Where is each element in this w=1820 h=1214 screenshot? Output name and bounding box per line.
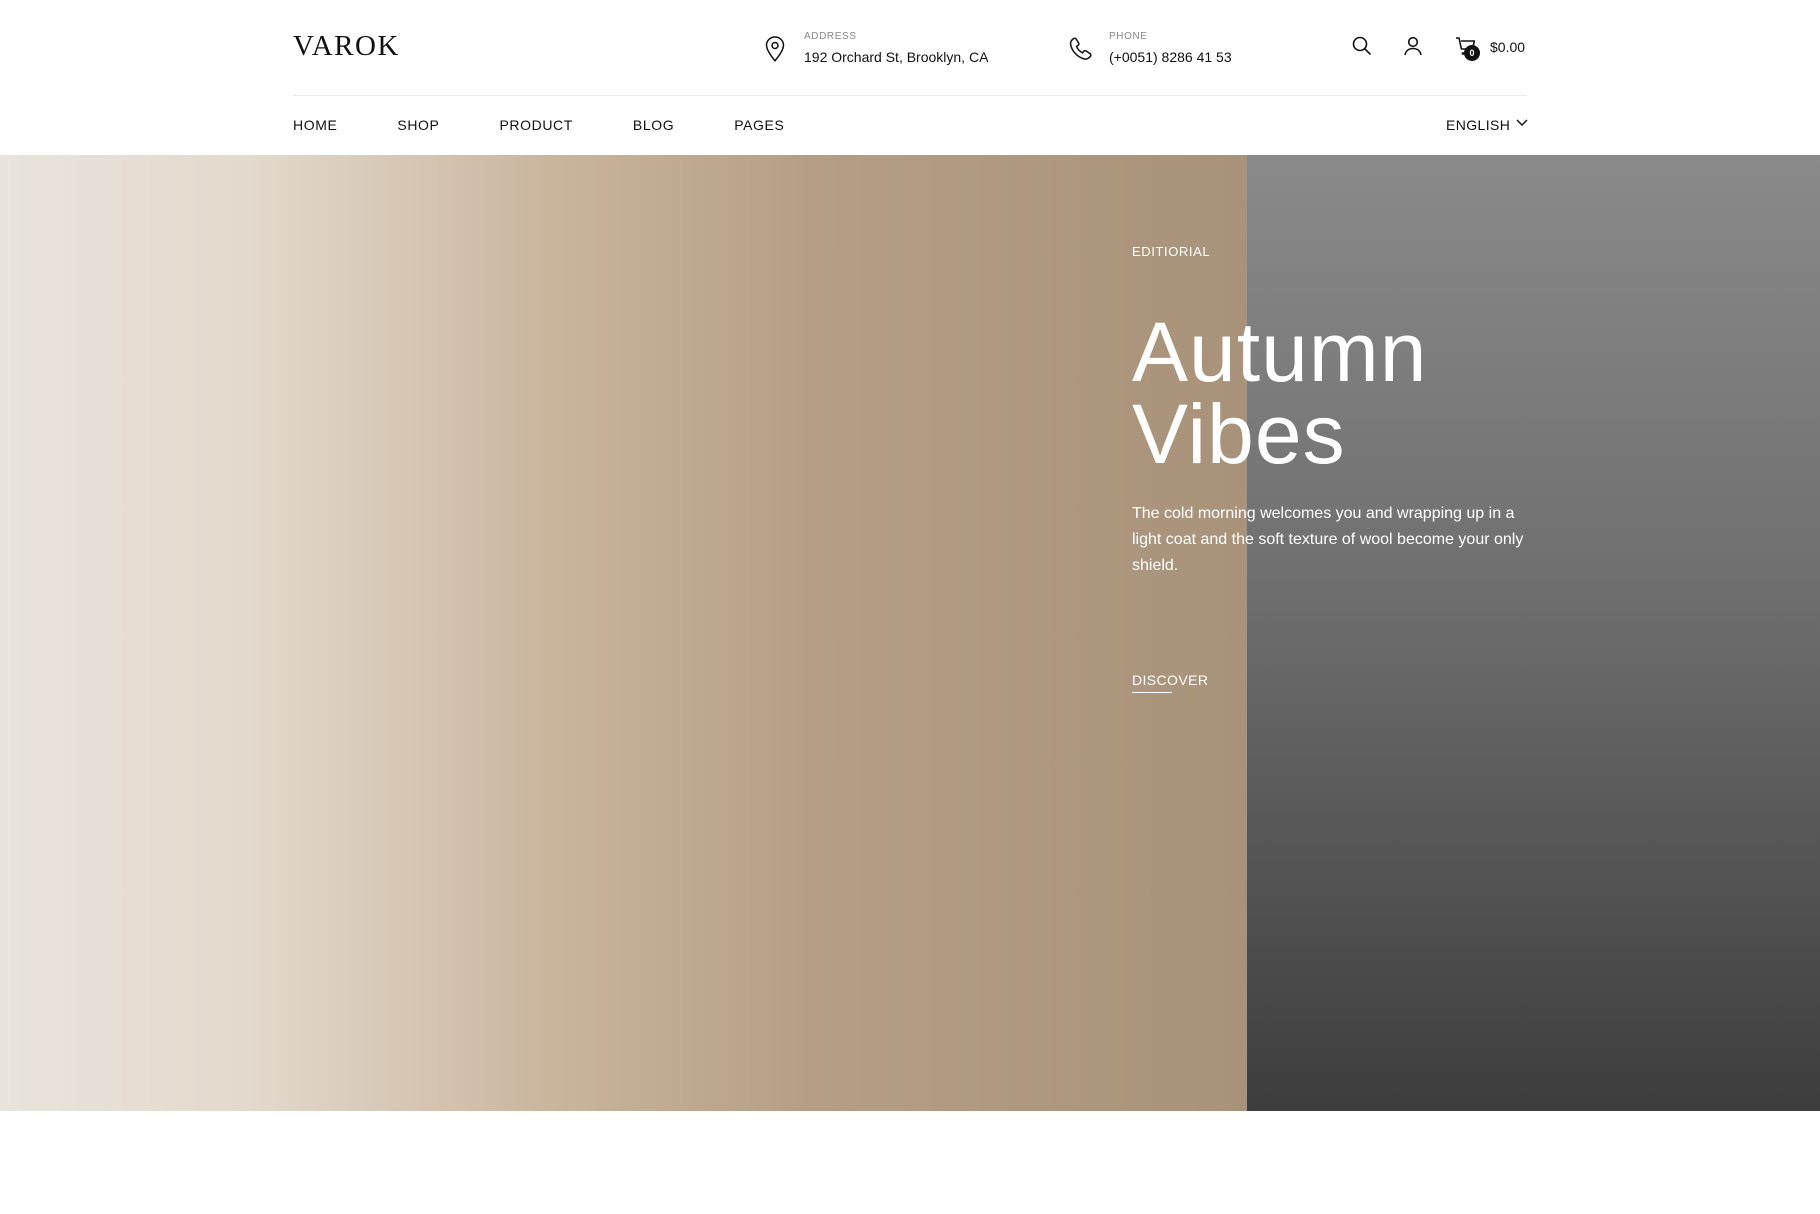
hero-title-line-1: Autumn <box>1132 305 1428 399</box>
hero-description: The cold morning welcomes you and wrappi… <box>1132 505 1524 574</box>
hero-title-line-2: Vibes <box>1132 387 1346 481</box>
nav-item-blog[interactable]: BLOG <box>633 117 674 133</box>
discover-link[interactable]: DISCOVER <box>1132 672 1208 693</box>
phone-value[interactable]: (+0051) 8286 41 53 <box>1109 49 1232 65</box>
search-icon[interactable] <box>1350 34 1374 58</box>
logo[interactable]: VAROK <box>293 30 400 63</box>
header: VAROK ADDRESS 192 Orchard St, Brooklyn, … <box>0 0 1820 96</box>
user-icon[interactable] <box>1401 34 1425 58</box>
hero-content: EDITIORIAL Autumn Vibes The cold morning… <box>1132 244 1552 579</box>
address-label: ADDRESS <box>804 31 857 42</box>
phone-label: PHONE <box>1109 31 1148 42</box>
chevron-down-icon <box>1516 119 1528 126</box>
hero-image-color <box>0 155 1247 1111</box>
hero-kicker: EDITIORIAL <box>1132 244 1211 259</box>
cart-count-badge: 0 <box>1464 45 1480 61</box>
address-block: ADDRESS 192 Orchard St, Brooklyn, CA <box>762 31 988 65</box>
hero-title: Autumn Vibes <box>1132 305 1552 481</box>
nav-item-home[interactable]: HOME <box>293 117 337 133</box>
header-divider <box>293 95 1527 96</box>
phone-icon <box>1069 37 1092 60</box>
language-selector[interactable]: ENGLISH <box>1446 117 1528 133</box>
nav-item-pages[interactable]: PAGES <box>734 117 784 133</box>
address-value: 192 Orchard St, Brooklyn, CA <box>804 49 989 65</box>
location-pin-icon <box>765 36 785 62</box>
nav-item-shop[interactable]: SHOP <box>397 117 439 133</box>
cart-total[interactable]: $0.00 <box>1490 39 1525 55</box>
main-nav: HOME SHOP PRODUCT BLOG PAGES <box>293 117 784 133</box>
phone-block: PHONE (+0051) 8286 41 53 <box>1067 31 1232 65</box>
nav-item-product[interactable]: PRODUCT <box>499 117 572 133</box>
language-label: ENGLISH <box>1446 117 1511 133</box>
